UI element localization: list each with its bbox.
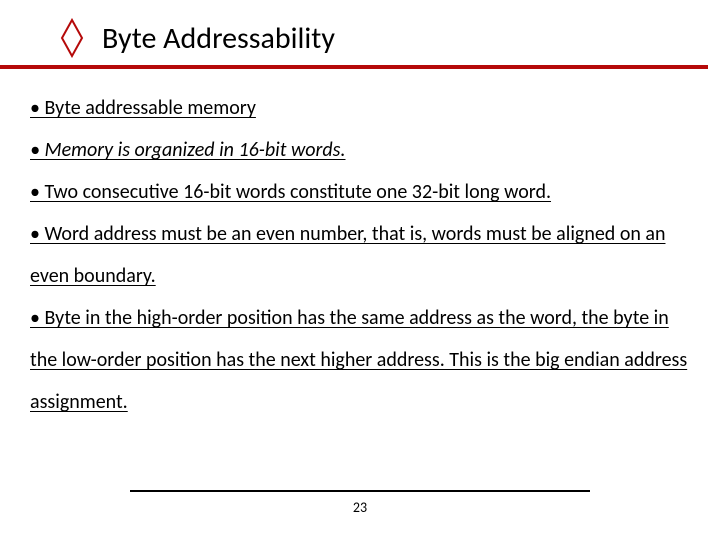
slide-title: Byte Addressability <box>54 20 335 57</box>
diamond-icon <box>60 18 84 58</box>
bullet-2: • Memory is organized in 16-bit words. <box>30 138 346 162</box>
page-number: 23 <box>0 499 720 516</box>
slide-header: Byte Addressability <box>0 0 708 69</box>
bullet-4: • Word address must be an even number, t… <box>30 222 665 288</box>
slide-content: • Byte addressable memory • Memory is or… <box>0 69 720 423</box>
slide: Byte Addressability • Byte addressable m… <box>0 0 720 540</box>
bullet-5: • Byte in the high-order position has th… <box>30 306 687 414</box>
bullet-3: • Two consecutive 16-bit words constitut… <box>30 180 551 204</box>
bullet-1: • Byte addressable memory <box>30 96 256 120</box>
footer-divider <box>130 490 590 492</box>
